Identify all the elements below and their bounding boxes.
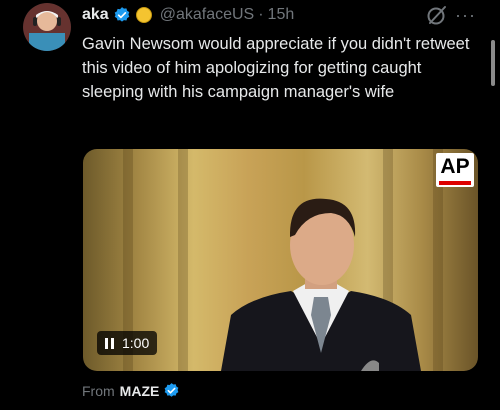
more-options-icon[interactable]: ···: [455, 5, 476, 26]
author-handle[interactable]: @akafaceUS: [160, 6, 255, 24]
author-avatar[interactable]: [23, 3, 71, 51]
curtain-fold: [178, 149, 188, 371]
scrollbar[interactable]: [491, 40, 495, 86]
affiliate-badge-icon: [135, 7, 152, 23]
video-timer[interactable]: 1:00: [97, 331, 158, 355]
source-prefix: From: [82, 382, 115, 399]
tweet-timestamp[interactable]: 15h: [268, 6, 295, 24]
video-duration: 1:00: [122, 335, 150, 351]
tweet-text: Gavin Newsom would appreciate if you did…: [82, 35, 470, 101]
source-name[interactable]: MAZE: [120, 383, 160, 399]
header-separator: ·: [258, 6, 264, 23]
avatar-image: [23, 3, 71, 51]
source-verified-icon: [163, 382, 180, 399]
grok-icon[interactable]: [425, 3, 449, 32]
video-player[interactable]: AP 1:00: [83, 149, 478, 371]
pause-icon[interactable]: [105, 337, 114, 349]
video-source: From MAZE: [82, 382, 180, 399]
ap-logo: AP: [436, 153, 474, 187]
video-frame-person: [221, 198, 421, 371]
tweet-header: aka @akafaceUS · 15h: [82, 3, 482, 27]
author-name[interactable]: aka: [82, 6, 109, 24]
verified-badge-icon: [113, 6, 131, 24]
